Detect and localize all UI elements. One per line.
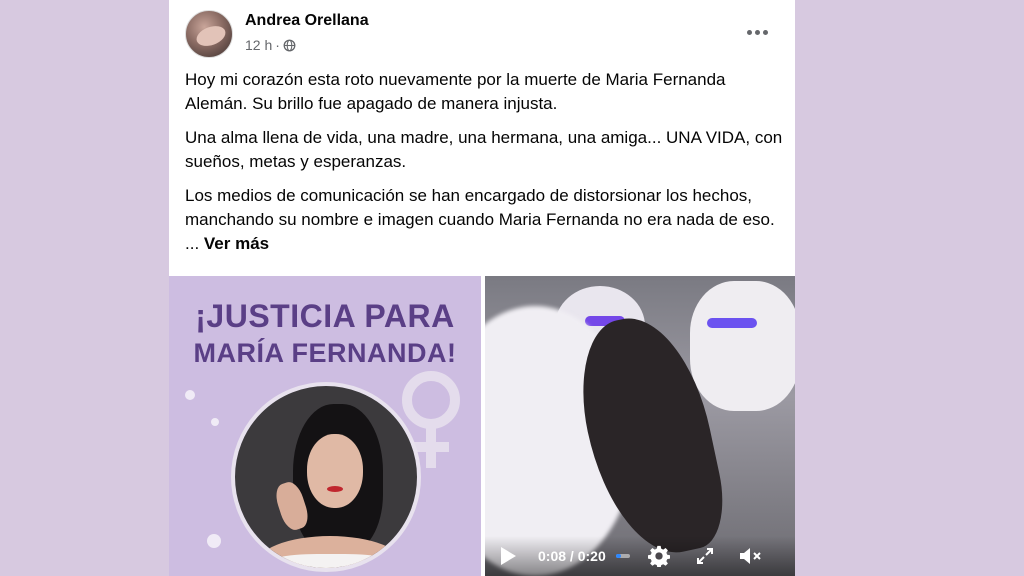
post-meta: 12 h · xyxy=(245,37,296,53)
gear-icon[interactable] xyxy=(647,545,670,567)
fullscreen-icon[interactable] xyxy=(696,547,714,565)
post-paragraph-1: Hoy mi corazón esta roto nuevamente por … xyxy=(185,70,726,113)
avatar[interactable] xyxy=(185,10,233,58)
post-paragraph-3: Los medios de comunicación se han encarg… xyxy=(185,184,785,256)
globe-icon xyxy=(283,39,296,51)
post-media: ¡JUSTICIA PARA MARÍA FERNANDA! 0:08 / 0:… xyxy=(169,276,795,576)
decorative-dot xyxy=(185,390,195,400)
video-duration: 0:20 xyxy=(577,548,606,564)
video-time: 0:08 / 0:20 xyxy=(538,548,606,564)
post-paragraph-2: Una alma llena de vida, una madre, una h… xyxy=(185,128,783,171)
post-text: Hoy mi corazón esta roto nuevamente por … xyxy=(185,68,785,266)
video-progress-bar[interactable] xyxy=(615,554,630,558)
post-header: Andrea Orellana 12 h · xyxy=(185,8,779,60)
video-player[interactable]: 0:08 / 0:20 xyxy=(485,276,795,576)
campaign-image[interactable]: ¡JUSTICIA PARA MARÍA FERNANDA! xyxy=(169,276,481,576)
video-time-separator: / xyxy=(569,548,574,564)
decorative-dot xyxy=(207,534,221,548)
author-name[interactable]: Andrea Orellana xyxy=(245,12,369,30)
meta-separator: · xyxy=(275,37,280,53)
mute-icon[interactable] xyxy=(738,546,762,566)
more-icon[interactable] xyxy=(739,18,775,46)
portrait-photo xyxy=(231,382,421,572)
video-controls: 0:08 / 0:20 xyxy=(485,536,795,576)
video-progress-fill xyxy=(615,554,622,558)
post-card: Andrea Orellana 12 h · Hoy mi corazón es… xyxy=(169,0,795,576)
see-more-link[interactable]: Ver más xyxy=(204,234,269,253)
post-time[interactable]: 12 h xyxy=(245,37,272,53)
play-icon[interactable] xyxy=(501,547,516,565)
decorative-dot xyxy=(211,418,219,426)
video-current-time: 0:08 xyxy=(538,548,567,564)
post-paragraph-3-text: Los medios de comunicación se han encarg… xyxy=(185,186,775,253)
headline-line-1: ¡JUSTICIA PARA xyxy=(195,298,455,334)
